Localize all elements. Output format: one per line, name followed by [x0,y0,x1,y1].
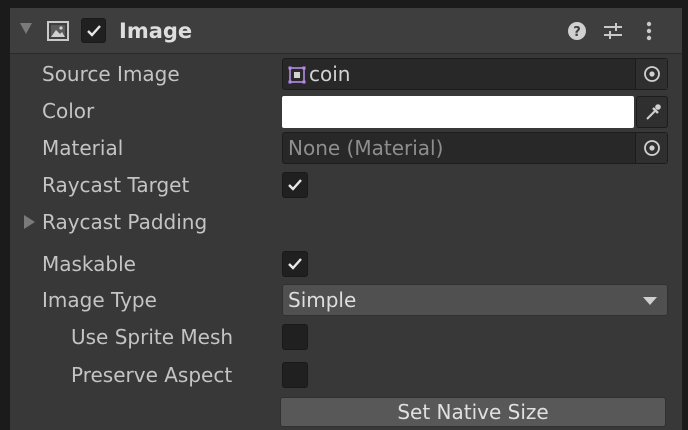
checkmark-icon [87,25,101,37]
raycast-target-label: Raycast Target [42,173,190,197]
component-title: Image [119,19,193,43]
checkmark-icon [288,179,302,191]
collapse-arrow-icon[interactable] [20,23,32,34]
checkmark-icon [288,258,302,270]
raycast-target-checkbox[interactable] [282,172,308,198]
source-image-label: Source Image [42,62,180,86]
svg-text:?: ? [573,25,581,40]
sprite-icon [288,66,306,84]
color-label: Color [42,99,95,123]
set-native-size-button[interactable]: Set Native Size [280,397,666,427]
image-type-dropdown[interactable]: Simple [282,284,668,316]
use-sprite-mesh-label: Use Sprite Mesh [71,325,234,349]
preserve-aspect-checkbox[interactable] [282,362,308,388]
material-picker-button[interactable] [635,133,667,163]
maskable-checkbox[interactable] [282,251,308,277]
eyedropper-icon [646,104,661,120]
use-sprite-mesh-checkbox[interactable] [282,324,308,350]
source-image-value: coin [309,62,351,86]
source-image-picker-button[interactable] [635,59,667,89]
component-header[interactable]: Image ? [10,8,682,54]
image-type-label: Image Type [42,288,157,312]
component-enabled-checkbox[interactable] [81,18,106,43]
source-image-field[interactable]: coin [282,58,668,90]
help-icon[interactable]: ? [566,20,588,42]
image-component-panel: Image ? Source Image coin Color Material… [10,8,682,430]
preset-sliders-icon[interactable] [602,20,624,42]
object-picker-icon [644,140,660,156]
image-type-value: Simple [288,288,357,312]
material-label: Material [42,136,124,160]
object-picker-icon [644,66,660,82]
preserve-aspect-label: Preserve Aspect [71,363,233,387]
raycast-padding-foldout-arrow-icon[interactable] [24,215,35,229]
chevron-down-icon [643,297,657,305]
raycast-padding-foldout[interactable]: Raycast Padding [42,209,207,235]
maskable-label: Maskable [42,252,136,276]
material-value: None (Material) [288,136,444,160]
eyedropper-button[interactable] [636,96,668,128]
material-field[interactable]: None (Material) [282,132,668,164]
color-swatch[interactable] [282,96,634,128]
more-vert-icon[interactable] [642,20,656,42]
image-component-icon [47,21,69,41]
